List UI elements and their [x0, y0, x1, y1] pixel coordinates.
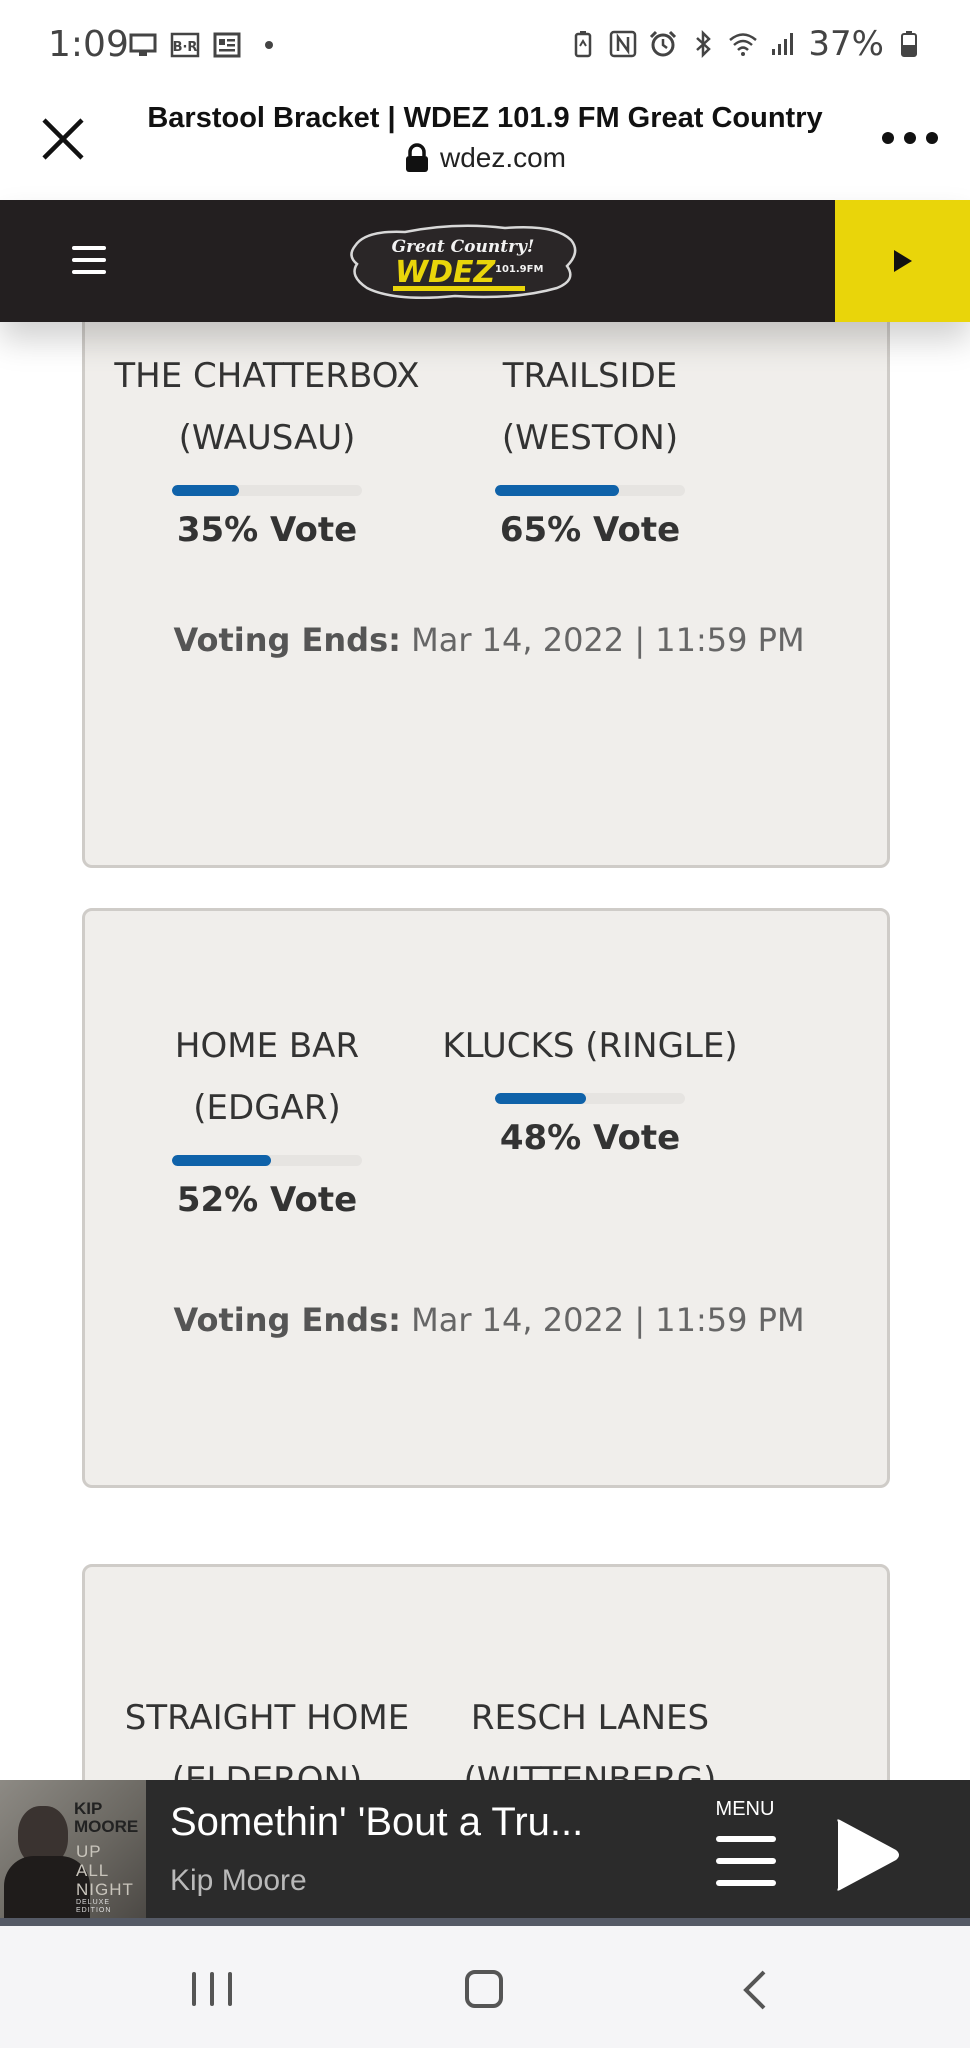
signal-icon: [772, 33, 794, 55]
team-name: HOME BAR: [174, 1026, 360, 1066]
voting-ends: Voting Ends: Mar 14, 2022 | 11:59 PM: [85, 1301, 893, 1339]
battery-icon: [901, 31, 917, 57]
dot-icon: [265, 41, 273, 49]
wifi-icon: [729, 33, 758, 56]
status-bar: 1:09 B·R 37%: [0, 0, 970, 92]
site-header: Great Country! WDEZ 101.9FM: [0, 200, 970, 322]
close-icon[interactable]: [38, 114, 88, 164]
url-text: wdez.com: [439, 142, 567, 173]
team-name: TRAILSIDE: [502, 356, 678, 396]
team-option[interactable]: RESCH LANES (WITTENBERG): [430, 1687, 750, 1780]
battery-percent: 37%: [808, 24, 884, 64]
team-name: STRAIGHT HOME: [124, 1698, 410, 1738]
back-icon[interactable]: [740, 1968, 770, 2012]
vote-bar-fill: [495, 485, 619, 496]
battery-saver-icon: [575, 31, 592, 58]
status-right-icons: 37%: [568, 24, 924, 64]
nfc-icon: [610, 30, 637, 58]
browser-bar: Barstool Bracket | WDEZ 101.9 FM Great C…: [0, 92, 970, 200]
track-title: Somethin' 'Bout a Tru...: [170, 1800, 584, 1844]
br-icon: B·R: [170, 32, 200, 58]
album-art-subtitle: UP ALL NIGHT DELUXE EDITION: [76, 1842, 134, 1914]
vote-bar-fill: [172, 485, 239, 496]
logo-tagline: Great Country!: [392, 237, 535, 257]
page-title: Barstool Bracket | WDEZ 101.9 FM Great C…: [147, 102, 823, 134]
screen: 1:09 B·R 37% Barstool Bracket | WDEZ 101…: [0, 0, 970, 2048]
matchup-card: STRAIGHT HOME (ELDERON) RESCH LANES (WIT…: [82, 1564, 890, 1780]
vote-percent: 65% Vote: [499, 510, 681, 550]
team-name: KLUCKS (RINGLE): [442, 1026, 738, 1066]
album-art: KIP MOORE UP ALL NIGHT DELUXE EDITION: [0, 1780, 146, 1926]
live-play-button[interactable]: [835, 200, 970, 322]
team-option[interactable]: KLUCKS (RINGLE) 48% Vote: [430, 1015, 750, 1158]
team-option[interactable]: TRAILSIDE (WESTON) 65% Vote: [430, 345, 750, 550]
vote-bar-fill: [495, 1093, 587, 1104]
player-menu-icon[interactable]: [716, 1836, 776, 1886]
status-time: 1:09: [48, 24, 129, 65]
vote-bar: [172, 1155, 362, 1166]
vote-bar-fill: [172, 1155, 271, 1166]
voting-ends-label: Voting Ends:: [173, 1301, 401, 1339]
team-location: (WESTON): [501, 418, 679, 458]
now-playing-bar[interactable]: KIP MOORE UP ALL NIGHT DELUXE EDITION Someth…: [0, 1780, 970, 1926]
vote-bar: [495, 1093, 685, 1104]
vote-percent: 35% Vote: [176, 510, 358, 550]
album-art-text: KIP MOORE: [74, 1799, 139, 1836]
team-option[interactable]: HOME BAR (EDGAR) 52% Vote: [107, 1015, 427, 1220]
team-option[interactable]: STRAIGHT HOME (ELDERON): [107, 1687, 427, 1780]
status-left-icons: B·R: [128, 30, 284, 60]
more-options-icon[interactable]: [882, 126, 938, 150]
team-location: (EDGAR): [193, 1088, 341, 1128]
playback-progress: [0, 1918, 970, 1926]
home-icon[interactable]: [465, 1970, 503, 2008]
logo-brand: WDEZ: [395, 255, 496, 290]
logo-frequency: 101.9FM: [495, 264, 543, 275]
team-name: THE CHATTERBOX: [114, 356, 420, 396]
team-name: RESCH LANES: [470, 1698, 710, 1738]
url-display[interactable]: wdez.com: [120, 142, 850, 174]
team-location: (ELDERON): [171, 1760, 363, 1780]
vote-percent: 52% Vote: [176, 1180, 358, 1220]
alarm-icon: [650, 30, 677, 57]
matchup-card: HOME BAR (EDGAR) 52% Vote KLUCKS (RINGLE…: [82, 908, 890, 1488]
voting-ends: Voting Ends: Mar 14, 2022 | 11:59 PM: [85, 621, 893, 659]
track-artist: Kip Moore: [170, 1864, 307, 1897]
bracket-content[interactable]: THE CHATTERBOX (WAUSAU) 35% Vote TRAILSI…: [0, 322, 970, 1780]
menu-icon[interactable]: [72, 246, 106, 274]
vote-bar: [495, 485, 685, 496]
system-nav-bar: [0, 1926, 970, 2048]
vote-percent: 48% Vote: [499, 1118, 681, 1158]
monitor-icon: [129, 33, 157, 56]
voting-ends-date: Mar 14, 2022 | 11:59 PM: [400, 621, 805, 659]
vote-bar: [172, 485, 362, 496]
matchup-card: THE CHATTERBOX (WAUSAU) 35% Vote TRAILSI…: [82, 322, 890, 868]
player-menu-label: MENU: [715, 1798, 775, 1820]
voting-ends-date: Mar 14, 2022 | 11:59 PM: [400, 1301, 805, 1339]
play-icon[interactable]: [830, 1816, 902, 1894]
play-icon: [893, 250, 912, 272]
team-option[interactable]: THE CHATTERBOX (WAUSAU) 35% Vote: [107, 345, 427, 550]
lock-icon: [405, 143, 428, 172]
site-logo[interactable]: Great Country! WDEZ 101.9FM: [345, 216, 581, 306]
news-icon: [213, 32, 241, 58]
voting-ends-label: Voting Ends:: [173, 621, 401, 659]
team-location: (WAUSAU): [178, 418, 356, 458]
recent-apps-icon[interactable]: [192, 1972, 232, 2006]
team-location: (WITTENBERG): [463, 1760, 717, 1780]
bluetooth-icon: [696, 29, 712, 59]
svg-text:B·R: B·R: [173, 40, 198, 55]
